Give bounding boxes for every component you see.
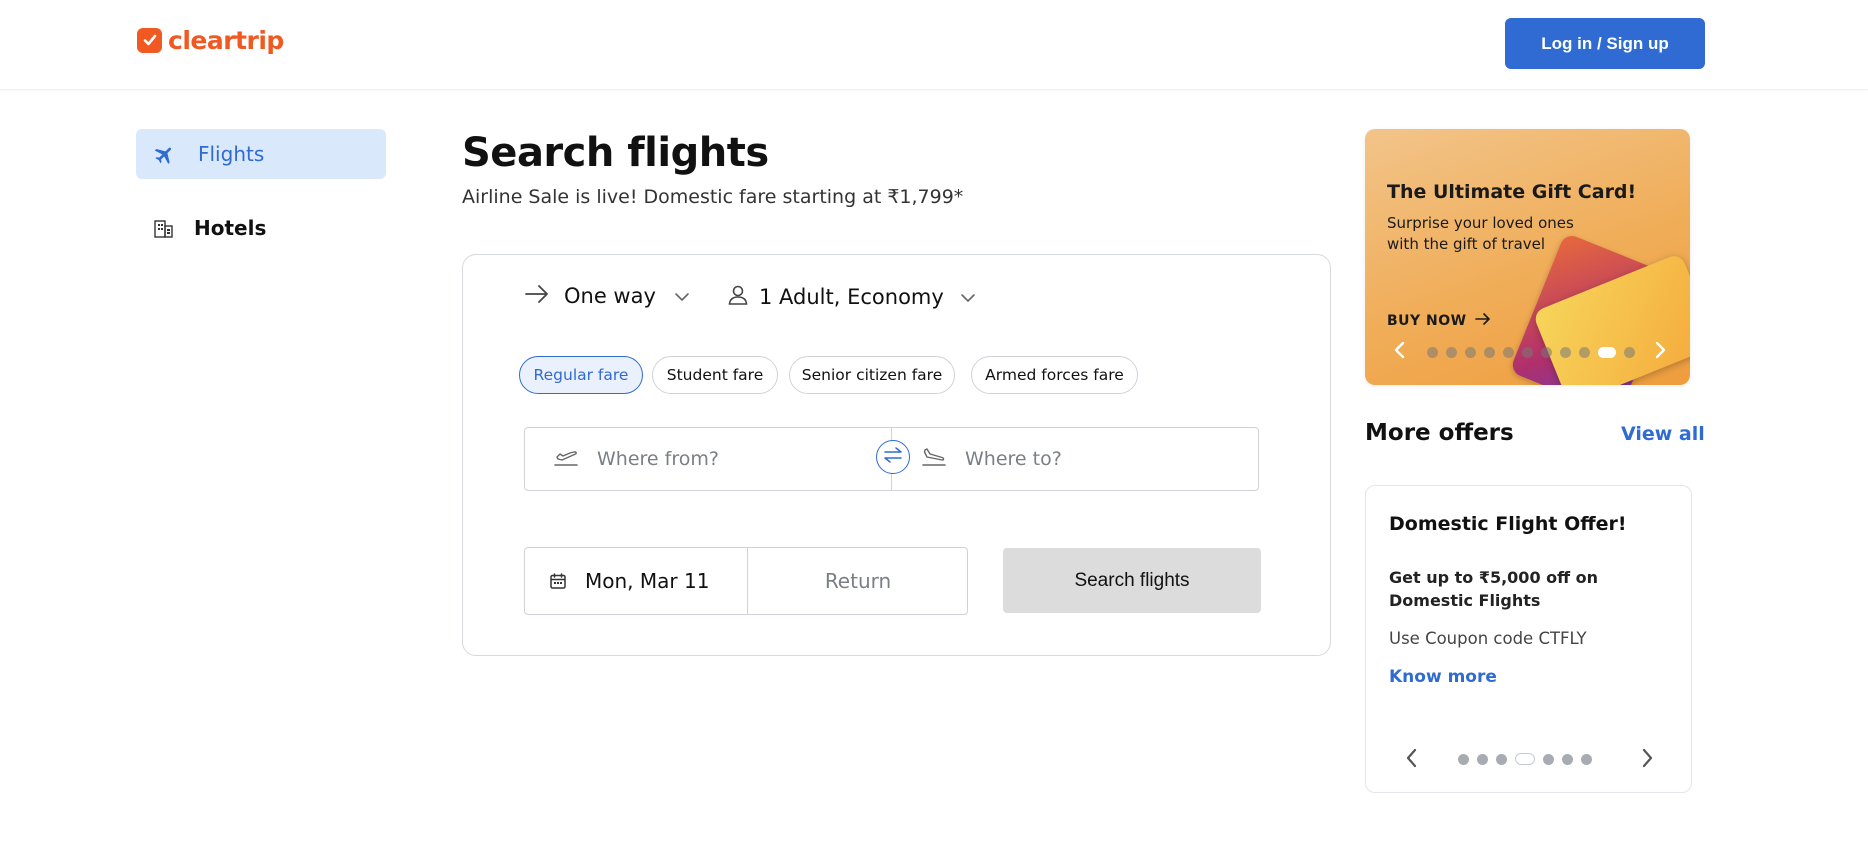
carousel-dot[interactable] [1522, 347, 1533, 358]
carousel-dot[interactable] [1579, 347, 1590, 358]
carousel-dot[interactable] [1427, 347, 1438, 358]
offer-prev-button[interactable] [1399, 748, 1423, 772]
plane-icon [150, 140, 178, 168]
travellers-class-dropdown[interactable]: 1 Adult, Economy [727, 284, 976, 310]
more-offers-title: More offers [1365, 420, 1514, 446]
trip-type-dropdown[interactable]: One way [524, 284, 690, 308]
carousel-dot[interactable] [1541, 347, 1552, 358]
trip-type-label: One way [564, 284, 656, 308]
carousel-dot[interactable] [1496, 753, 1507, 765]
carousel-dot[interactable] [1503, 347, 1514, 358]
banner-title: The Ultimate Gift Card! [1387, 181, 1637, 203]
sidebar-item-flights[interactable]: Flights [136, 129, 386, 179]
fare-chip-regular[interactable]: Regular fare [519, 356, 643, 394]
view-all-link[interactable]: View all [1621, 423, 1705, 445]
sale-subtitle: Airline Sale is live! Domestic fare star… [462, 186, 964, 208]
search-flights-button[interactable]: Search flights [1003, 548, 1261, 613]
fare-chip-senior-citizen[interactable]: Senior citizen fare [789, 356, 955, 394]
chevron-right-icon [1642, 748, 1654, 772]
buy-now-link[interactable]: BUY NOW [1387, 313, 1491, 329]
carousel-dot[interactable] [1477, 753, 1488, 765]
chevron-left-icon [1393, 341, 1405, 363]
from-to-group: Where from? Where to? [524, 427, 1259, 491]
landing-icon [921, 446, 947, 472]
sidebar-item-hotels[interactable]: Hotels [136, 203, 386, 253]
carousel-dot[interactable] [1543, 753, 1554, 765]
carousel-dot[interactable] [1624, 347, 1635, 358]
buy-now-label: BUY NOW [1387, 313, 1467, 329]
from-placeholder: Where from? [597, 448, 719, 470]
carousel-dot[interactable] [1446, 347, 1457, 358]
carousel-dot-active[interactable] [1515, 753, 1535, 765]
calendar-icon [549, 572, 567, 590]
login-signup-button[interactable]: Log in / Sign up [1505, 18, 1705, 69]
carousel-dot[interactable] [1581, 753, 1592, 765]
carousel-dot-active[interactable] [1598, 347, 1616, 358]
takeoff-icon [553, 446, 579, 472]
depart-date-field[interactable]: Mon, Mar 11 [525, 548, 747, 614]
offer-coupon-code: Use Coupon code CTFLY [1389, 629, 1587, 648]
to-field[interactable]: Where to? [921, 428, 1251, 490]
person-icon [727, 284, 749, 310]
to-placeholder: Where to? [965, 448, 1062, 470]
offer-title: Domestic Flight Offer! [1389, 513, 1627, 535]
chevron-down-icon [674, 287, 690, 306]
return-date-field[interactable]: Return [748, 548, 968, 614]
sidebar-item-label: Flights [198, 142, 265, 166]
fare-chip-armed-forces[interactable]: Armed forces fare [971, 356, 1138, 394]
building-icon [150, 214, 178, 242]
banner-next-button[interactable] [1650, 341, 1672, 363]
chevron-left-icon [1405, 748, 1417, 772]
carousel-dot[interactable] [1465, 347, 1476, 358]
offer-carousel-dots [1458, 753, 1592, 765]
carousel-dot[interactable] [1484, 347, 1495, 358]
carousel-dot[interactable] [1560, 347, 1571, 358]
depart-date-value: Mon, Mar 11 [585, 569, 710, 593]
logo-check-icon [137, 27, 162, 53]
date-group: Mon, Mar 11 Return [524, 547, 968, 615]
arrow-right-icon [1474, 313, 1491, 329]
know-more-link[interactable]: Know more [1389, 667, 1497, 687]
page-title: Search flights [462, 130, 769, 176]
banner-subtitle: Surprise your loved ones with the gift o… [1387, 214, 1574, 253]
offer-card: Domestic Flight Offer! Get up to ₹5,000 … [1365, 485, 1692, 793]
fare-chip-student[interactable]: Student fare [652, 356, 778, 394]
from-field[interactable]: Where from? [553, 428, 883, 490]
gift-card-banner[interactable]: The Ultimate Gift Card! Surprise your lo… [1365, 129, 1690, 385]
offer-description: Get up to ₹5,000 off on Domestic Flights [1389, 568, 1599, 610]
swap-button[interactable] [876, 440, 910, 474]
carousel-dot[interactable] [1458, 753, 1469, 765]
banner-carousel-dots [1427, 347, 1635, 358]
carousel-dot[interactable] [1562, 753, 1573, 765]
swap-arrows-icon [882, 446, 904, 468]
logo-text: cleartrip [168, 25, 284, 55]
arrow-right-icon [524, 284, 550, 308]
top-header: cleartrip Log in / Sign up [0, 0, 1868, 90]
cleartrip-logo[interactable]: cleartrip [137, 24, 284, 56]
banner-prev-button[interactable] [1388, 341, 1410, 363]
offer-next-button[interactable] [1636, 748, 1660, 772]
sidebar-item-label: Hotels [194, 216, 267, 240]
chevron-down-icon [960, 288, 976, 307]
chevron-right-icon [1655, 341, 1667, 363]
travellers-label: 1 Adult, Economy [759, 285, 944, 309]
